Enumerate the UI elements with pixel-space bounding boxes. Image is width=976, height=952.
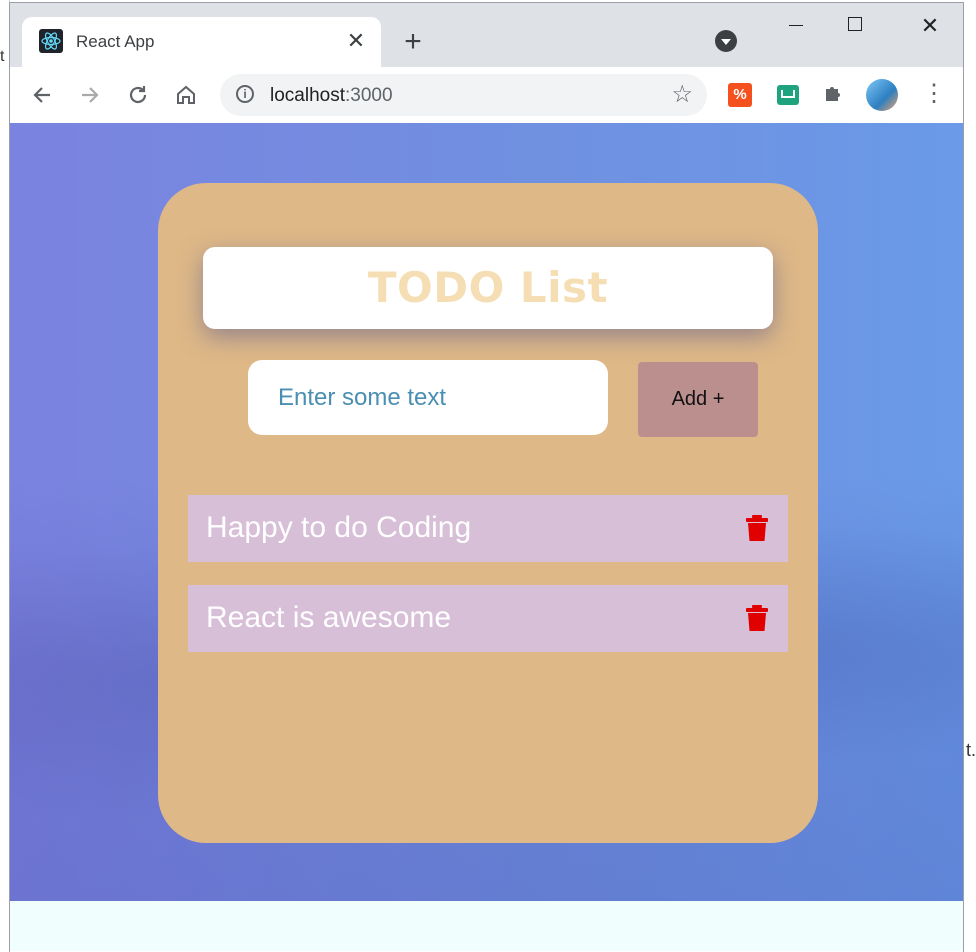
todo-item: React is awesome xyxy=(188,585,788,652)
browser-toolbar: i localhost:3000 ☆ % ⋮ xyxy=(10,67,963,124)
back-arrow-icon[interactable] xyxy=(24,77,60,113)
tab-title: React App xyxy=(76,32,155,51)
window-close-button[interactable]: ✕ xyxy=(915,11,945,41)
page-viewport: TODO List Add + Happy to do Coding React… xyxy=(10,123,963,903)
reload-icon[interactable] xyxy=(120,77,156,113)
browser-window: React App ✕ + ✕ i localhost:3000 ☆ % ⋮ T… xyxy=(9,2,964,952)
background-text-left: t xyxy=(0,48,5,65)
todo-item-text: React is awesome xyxy=(206,601,452,634)
new-tab-button[interactable]: + xyxy=(398,27,428,57)
profile-avatar[interactable] xyxy=(866,79,898,111)
extension-percent-icon[interactable]: % xyxy=(728,83,752,107)
tab-react-app[interactable]: React App ✕ xyxy=(22,17,381,67)
maximize-button[interactable] xyxy=(848,17,862,31)
info-icon[interactable]: i xyxy=(236,85,254,103)
tab-search-icon[interactable] xyxy=(715,30,737,52)
tab-close-icon[interactable]: ✕ xyxy=(343,28,369,54)
background-text-right: t. xyxy=(965,740,976,760)
trash-icon[interactable] xyxy=(746,515,768,541)
tab-strip: React App ✕ + ✕ xyxy=(10,3,963,67)
trash-icon[interactable] xyxy=(746,605,768,631)
add-button[interactable]: Add + xyxy=(638,362,758,437)
url-text: localhost:3000 xyxy=(270,85,393,106)
page-footer-area xyxy=(10,901,963,951)
background-window-right xyxy=(964,590,976,952)
extension-mail-icon[interactable] xyxy=(777,85,799,105)
star-icon[interactable]: ☆ xyxy=(671,80,693,109)
react-favicon-icon xyxy=(39,29,63,53)
address-bar[interactable]: i localhost:3000 ☆ xyxy=(220,74,707,116)
kebab-menu-icon[interactable]: ⋮ xyxy=(922,79,946,109)
todo-input[interactable] xyxy=(248,360,608,435)
todo-item: Happy to do Coding xyxy=(188,495,788,562)
page-title: TODO List xyxy=(367,263,609,312)
todo-item-text: Happy to do Coding xyxy=(206,511,472,544)
home-icon[interactable] xyxy=(168,77,204,113)
title-box: TODO List xyxy=(203,247,773,329)
minimize-button[interactable] xyxy=(782,11,812,41)
todo-card: TODO List Add + Happy to do Coding React… xyxy=(158,183,818,843)
forward-arrow-icon[interactable] xyxy=(72,77,108,113)
puzzle-icon[interactable] xyxy=(822,81,846,112)
